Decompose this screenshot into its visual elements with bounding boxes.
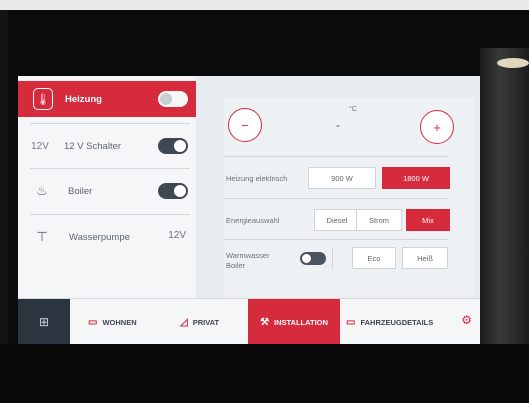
warmwasser-toggle[interactable] <box>300 252 326 265</box>
strom-button[interactable]: Strom <box>356 209 402 231</box>
divider <box>30 123 190 124</box>
privacy-icon: ◿ <box>180 316 188 328</box>
divider <box>224 198 449 199</box>
separator <box>332 248 333 268</box>
schalter-12v-toggle[interactable] <box>158 138 188 154</box>
wasserpumpe-row: ⊤ Wasserpumpe 12V <box>18 220 196 254</box>
nav-wohnen[interactable]: ▭ WOHNEN <box>88 299 137 344</box>
bottom-navigation: ⊞ ▭ WOHNEN ◿ PRIVAT ⚒ INSTALLATION ▭ FAH… <box>18 298 480 344</box>
energieauswahl-label: Energieauswahl <box>226 216 280 225</box>
sofa-icon: ▭ <box>88 316 98 328</box>
heiss-button[interactable]: Heiß <box>402 247 448 269</box>
screen-glare <box>480 48 529 358</box>
heating-control-panel: − - °C + Heizung elektrisch 900 W 1800 W… <box>224 98 474 298</box>
mix-button[interactable]: Mix <box>406 209 450 231</box>
option-1800w-button[interactable]: 1800 W <box>382 167 450 189</box>
temperature-value: - <box>336 118 340 132</box>
nav-installation[interactable]: ⚒ INSTALLATION <box>248 299 340 344</box>
voltage-badge: 12V <box>168 230 186 241</box>
heizung-row[interactable]: 🌡 Heizung <box>18 81 196 117</box>
divider <box>224 156 449 157</box>
nav-installation-label: INSTALLATION <box>274 317 328 327</box>
heizung-toggle[interactable] <box>158 91 188 107</box>
boiler-label: Boiler <box>68 185 93 197</box>
faucet-icon: ⊤ <box>36 229 48 244</box>
background-top <box>0 0 529 10</box>
divider <box>30 168 190 169</box>
divider <box>224 239 449 240</box>
schalter-12v-row[interactable]: 12V 12 V Schalter <box>18 129 196 163</box>
heizung-label: Heizung <box>65 93 102 105</box>
grid-menu-icon[interactable]: ⊞ <box>18 299 70 344</box>
temperature-unit: °C <box>349 106 357 113</box>
nav-wohnen-label: WOHNEN <box>102 317 137 327</box>
divider <box>30 214 190 215</box>
nav-privat-label: PRIVAT <box>192 317 220 327</box>
warmwasser-label: Warmwasser <box>226 251 270 260</box>
voltage-label: 12V <box>31 140 49 152</box>
gear-icon[interactable]: ⚙ <box>461 313 472 327</box>
decrease-temperature-button[interactable]: − <box>228 108 262 142</box>
option-900w-button[interactable]: 900 W <box>308 167 376 189</box>
schalter-12v-label: 12 V Schalter <box>64 140 122 152</box>
thermometer-icon: 🌡 <box>33 88 53 110</box>
eco-button[interactable]: Eco <box>352 247 396 269</box>
installation-icon: ⚒ <box>260 316 270 328</box>
left-panel: 🌡 Heizung 12V 12 V Schalter ♨ Boiler ⊤ W… <box>18 76 196 298</box>
touch-screen: 🌡 Heizung 12V 12 V Schalter ♨ Boiler ⊤ W… <box>18 76 480 344</box>
nav-fahrzeugdetails[interactable]: ▭ FAHRZEUGDETAILS <box>346 299 433 344</box>
vehicle-icon: ▭ <box>346 316 356 328</box>
increase-temperature-button[interactable]: + <box>420 110 454 144</box>
boiler-toggle[interactable] <box>158 183 188 199</box>
wasserpumpe-label: Wasserpumpe <box>69 231 130 243</box>
heizung-elektrisch-label: Heizung elektrisch <box>226 174 288 183</box>
boiler-row[interactable]: ♨ Boiler <box>18 174 196 208</box>
boiler-sublabel: Boiler <box>226 261 246 270</box>
diesel-button[interactable]: Diesel <box>314 209 360 231</box>
light-reflection <box>497 58 529 68</box>
nav-privat[interactable]: ◿ PRIVAT <box>180 299 219 344</box>
flame-icon: ♨ <box>36 183 48 198</box>
device-bezel-bottom <box>0 344 529 403</box>
nav-fahrzeugdetails-label: FAHRZEUGDETAILS <box>360 317 434 327</box>
